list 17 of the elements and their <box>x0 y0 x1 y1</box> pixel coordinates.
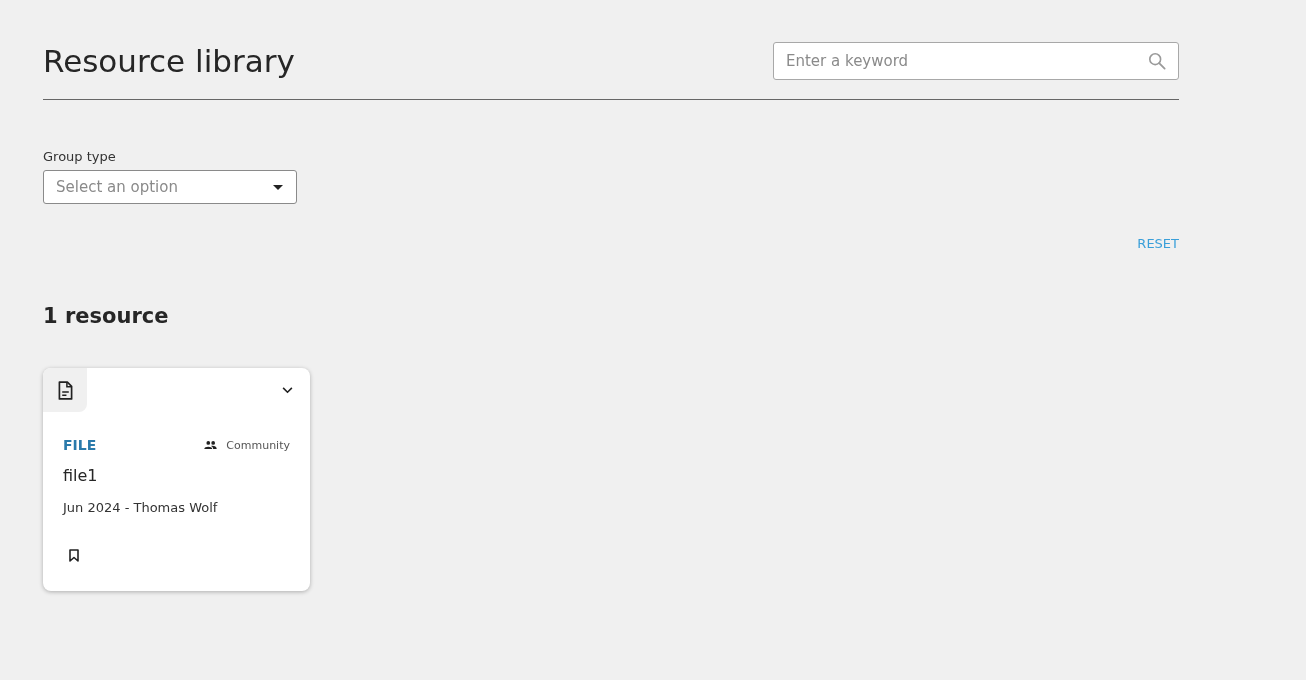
filter-label: Group type <box>43 149 116 165</box>
resource-meta: Jun 2024 - Thomas Wolf <box>63 500 218 515</box>
results-count: 1 resource <box>43 303 169 330</box>
people-icon <box>204 441 218 449</box>
caret-icon <box>273 184 283 190</box>
resource-type: FILE <box>63 437 97 453</box>
group-type-dropdown[interactable]: Select an option <box>43 170 297 204</box>
chevron-down-icon[interactable] <box>282 387 293 394</box>
audience-label: Community <box>226 438 290 452</box>
search-field[interactable]: Enter a keyword <box>773 42 1179 80</box>
page-title: Resource library <box>43 42 295 80</box>
bookmark-icon[interactable] <box>69 549 79 562</box>
resource-title: file1 <box>63 466 98 485</box>
document-icon <box>57 380 73 400</box>
resource-card[interactable]: FILE Community file1 Jun 2024 - Thomas Wolf <box>43 368 310 591</box>
search-icon[interactable] <box>1148 52 1166 70</box>
reset-link[interactable]: RESET <box>1137 236 1179 252</box>
